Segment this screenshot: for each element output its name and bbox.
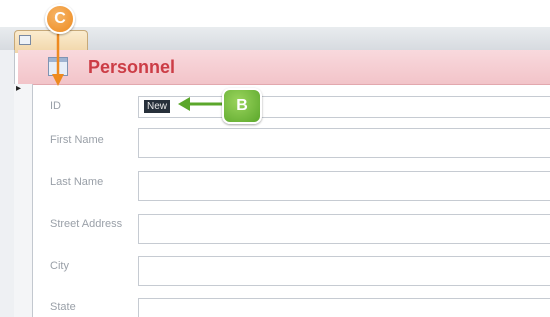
access-form-window: Personnel ▸ ID New First Name Last Name …: [0, 0, 550, 317]
first-name-field[interactable]: [138, 128, 550, 158]
form-header-icon: [48, 57, 68, 76]
state-field[interactable]: [138, 298, 550, 317]
last-name-field[interactable]: [138, 171, 550, 201]
form-header: Personnel: [18, 50, 550, 85]
field-label-street-address: Street Address: [50, 218, 123, 230]
street-address-field[interactable]: [138, 214, 550, 244]
field-label-city: City: [50, 260, 69, 272]
record-selector[interactable]: ▸: [14, 84, 33, 317]
callout-c-badge: C: [45, 4, 75, 34]
field-label-first-name: First Name: [50, 134, 104, 146]
field-label-id: ID: [50, 100, 61, 112]
id-value: New: [144, 100, 171, 113]
callout-b-badge: B: [222, 88, 262, 124]
form-icon: [19, 35, 31, 45]
left-frame: [0, 50, 15, 317]
field-label-state: State: [50, 301, 76, 313]
current-record-arrow-icon: ▸: [16, 83, 22, 94]
id-field[interactable]: New: [138, 96, 550, 118]
field-label-last-name: Last Name: [50, 176, 104, 188]
city-field[interactable]: [138, 256, 550, 286]
page-title: Personnel: [88, 57, 176, 77]
